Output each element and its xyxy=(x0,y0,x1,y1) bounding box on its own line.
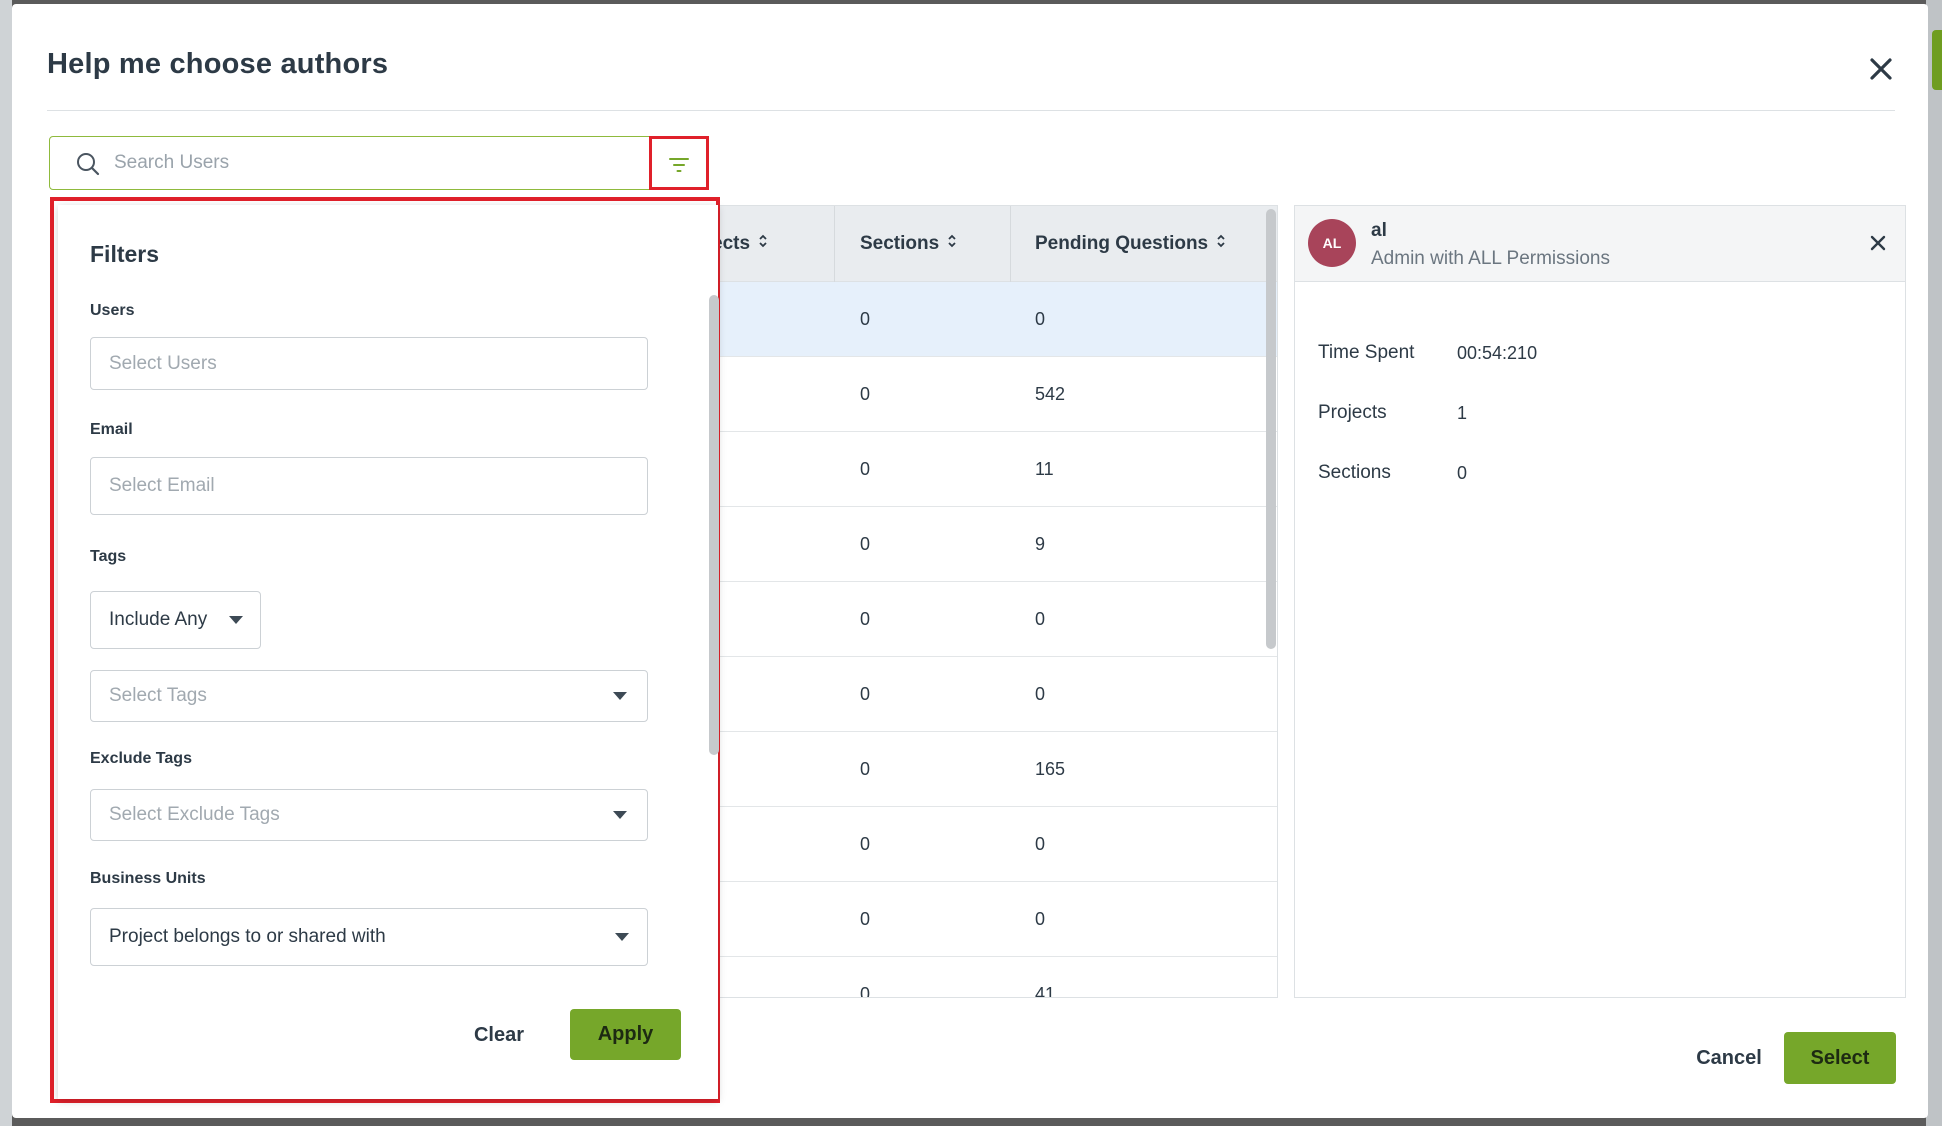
detail-close-icon[interactable] xyxy=(1867,232,1889,254)
authors-table: ects Sections Pending Questions 00 0 542 … xyxy=(712,205,1278,998)
cell-sections: 0 xyxy=(860,684,871,704)
cell-pending: 0 xyxy=(1035,609,1046,629)
filters-panel: Filters Users Email Tags Include Any Sel… xyxy=(58,205,719,1099)
cell-pending: 542 xyxy=(1035,384,1066,404)
column-header-projects[interactable]: ects xyxy=(712,206,768,282)
background-page-right xyxy=(1926,0,1942,1126)
table-row[interactable]: 0 542 xyxy=(712,357,1277,432)
business-units-dropdown[interactable]: Project belongs to or shared with xyxy=(90,908,648,966)
avatar: AL xyxy=(1308,219,1356,267)
close-icon[interactable] xyxy=(1864,52,1898,86)
detail-user-role: Admin with ALL Permissions xyxy=(1371,248,1611,269)
cell-pending: 41 xyxy=(1035,984,1056,998)
table-scrollbar[interactable] xyxy=(1266,209,1276,649)
choose-authors-dialog: Help me choose authors ects Sections Pen… xyxy=(12,4,1928,1118)
sort-icon xyxy=(947,206,957,282)
chevron-down-icon xyxy=(613,811,627,819)
table-row[interactable]: 0 41 xyxy=(712,957,1277,998)
select-button[interactable]: Select xyxy=(1784,1032,1896,1084)
stat-value-sections: 0 xyxy=(1457,463,1468,483)
tags-mode-value: Include Any xyxy=(109,609,208,630)
exclude-tags-label: Exclude Tags xyxy=(90,750,192,767)
stat-value-projects: 1 xyxy=(1457,403,1468,423)
detail-header: AL al Admin with ALL Permissions xyxy=(1295,206,1905,282)
chevron-down-icon xyxy=(229,616,243,624)
search-icon xyxy=(75,151,101,177)
cell-sections: 0 xyxy=(860,534,871,554)
table-row[interactable]: 00 xyxy=(712,582,1277,657)
sort-icon xyxy=(758,206,768,282)
chevron-down-icon xyxy=(613,692,627,700)
cell-sections: 0 xyxy=(860,759,871,779)
cell-pending: 0 xyxy=(1035,909,1046,929)
table-row[interactable]: 0 165 xyxy=(712,732,1277,807)
exclude-tags-dropdown[interactable]: Select Exclude Tags xyxy=(90,789,648,841)
users-label: Users xyxy=(90,302,135,319)
cell-sections: 0 xyxy=(860,459,871,479)
stat-label-projects: Projects xyxy=(1318,402,1387,423)
cell-pending: 11 xyxy=(1035,459,1054,479)
dialog-title: Help me choose authors xyxy=(47,48,389,80)
filters-scrollbar[interactable] xyxy=(709,295,719,755)
stat-label-sections: Sections xyxy=(1318,462,1391,483)
business-units-label: Business Units xyxy=(90,870,206,887)
table-row[interactable]: 00 xyxy=(712,657,1277,732)
cell-pending: 0 xyxy=(1035,684,1046,704)
stat-value-time-spent: 00:54:210 xyxy=(1457,343,1538,363)
table-header: ects Sections Pending Questions xyxy=(712,206,1277,282)
clear-button[interactable]: Clear xyxy=(454,1010,544,1060)
cell-sections: 0 xyxy=(860,909,871,929)
filter-icon xyxy=(669,158,689,172)
table-row[interactable]: 09 xyxy=(712,507,1277,582)
exclude-tags-placeholder: Select Exclude Tags xyxy=(109,804,280,825)
tags-mode-dropdown[interactable]: Include Any xyxy=(90,591,261,649)
header-divider xyxy=(47,110,1895,111)
users-input[interactable] xyxy=(109,338,609,389)
filter-button[interactable] xyxy=(649,136,709,190)
cell-pending: 0 xyxy=(1035,834,1046,854)
author-detail-panel: AL al Admin with ALL Permissions Time Sp… xyxy=(1294,205,1906,998)
cell-sections: 0 xyxy=(860,384,871,404)
cell-pending: 9 xyxy=(1035,534,1046,554)
cell-pending: 165 xyxy=(1035,759,1066,779)
cell-sections: 0 xyxy=(860,834,871,854)
tags-placeholder: Select Tags xyxy=(109,685,207,706)
sort-icon xyxy=(1216,206,1226,282)
table-row[interactable]: 00 xyxy=(712,882,1277,957)
business-units-value: Project belongs to or shared with xyxy=(109,926,386,947)
tags-dropdown[interactable]: Select Tags xyxy=(90,670,648,722)
email-select xyxy=(90,457,648,515)
cell-pending: 0 xyxy=(1035,309,1046,329)
column-header-sections[interactable]: Sections xyxy=(860,206,957,282)
column-separator xyxy=(834,206,835,282)
email-input[interactable] xyxy=(109,458,609,514)
stat-label-time-spent: Time Spent xyxy=(1318,342,1415,363)
filters-title: Filters xyxy=(90,241,160,267)
detail-user-name: al xyxy=(1371,220,1387,241)
column-separator xyxy=(1010,206,1011,282)
background-green-button xyxy=(1932,30,1942,90)
cell-sections: 0 xyxy=(860,309,871,329)
cell-sections: 0 xyxy=(860,609,871,629)
cell-sections: 0 xyxy=(860,984,871,998)
background-page xyxy=(0,0,12,1126)
cancel-button[interactable]: Cancel xyxy=(1674,1032,1784,1084)
search-box xyxy=(49,136,708,190)
table-row[interactable]: 00 xyxy=(712,807,1277,882)
email-label: Email xyxy=(90,421,133,438)
tags-label: Tags xyxy=(90,548,127,565)
chevron-down-icon xyxy=(615,933,629,941)
users-select xyxy=(90,337,648,390)
apply-button[interactable]: Apply xyxy=(570,1009,681,1060)
filters-popover: Filters Users Email Tags Include Any Sel… xyxy=(50,197,720,1103)
column-header-pending-questions[interactable]: Pending Questions xyxy=(1035,206,1226,282)
table-row[interactable]: 0 11 xyxy=(712,432,1277,507)
table-row[interactable]: 00 xyxy=(712,282,1277,357)
search-input[interactable] xyxy=(114,145,614,181)
